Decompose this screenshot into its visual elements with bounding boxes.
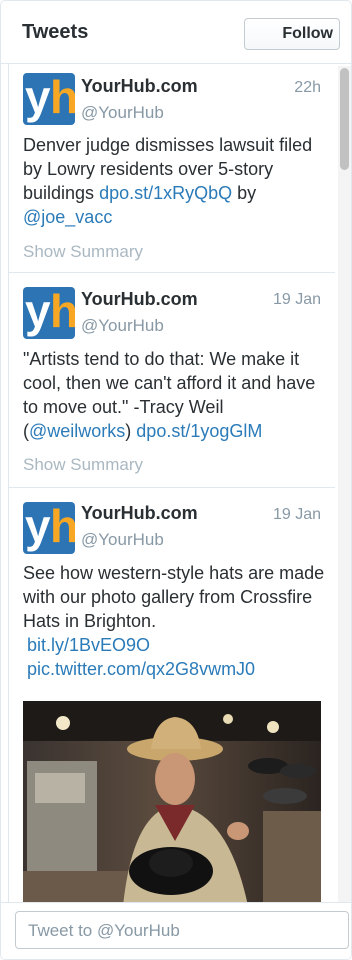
tweet-item[interactable]: y h YourHub.com @YourHub 19 Jan "Artists… — [8, 273, 335, 488]
show-summary-link[interactable]: Show Summary — [23, 242, 143, 262]
twitter-timeline-widget: Tweets Follow y h YourHub.com @YourHub 2… — [0, 0, 352, 960]
tweet-link[interactable]: bit.ly/1BvEO9O — [27, 635, 150, 655]
tweet-text: "Artists tend to do that: We make it coo… — [23, 347, 333, 443]
avatar-letter-y: y — [25, 73, 51, 123]
avatar-letter-h: h — [50, 74, 75, 120]
user-mention-link[interactable]: @weilworks — [29, 421, 125, 441]
tweet-timestamp[interactable]: 22h — [294, 79, 321, 97]
scrollbar[interactable] — [338, 66, 351, 902]
follow-button[interactable]: Follow — [244, 18, 340, 50]
tweet-text-segment: by — [232, 183, 257, 203]
tweet-text: Denver judge dismisses lawsuit filed by … — [23, 133, 333, 229]
scrollbar-thumb[interactable] — [340, 68, 349, 170]
tweet-list: y h YourHub.com @YourHub 22h Denver judg… — [1, 64, 351, 902]
tweet-item[interactable]: y h YourHub.com @YourHub 22h Denver judg… — [8, 64, 335, 273]
tweet-text-segment: ) — [125, 421, 137, 441]
tweet-to-input[interactable]: Tweet to @YourHub — [15, 911, 349, 949]
author-display-name[interactable]: YourHub.com — [81, 289, 198, 310]
timeline-header: Tweets Follow — [1, 1, 351, 64]
tweet-photo[interactable] — [23, 701, 321, 902]
avatar[interactable]: y h — [23, 73, 75, 125]
avatar-letter-h: h — [50, 288, 75, 334]
timeline-footer: Tweet to @YourHub — [1, 902, 351, 959]
avatar-letter-h: h — [50, 503, 75, 549]
author-display-name[interactable]: YourHub.com — [81, 76, 198, 97]
user-mention-link[interactable]: @joe_vacc — [23, 207, 112, 227]
tweet-link[interactable]: dpo.st/1xRyQbQ — [99, 183, 232, 203]
author-screen-name[interactable]: @YourHub — [81, 316, 164, 336]
author-display-name[interactable]: YourHub.com — [81, 503, 198, 524]
avatar-letter-y: y — [25, 502, 51, 552]
hat-maker-photo — [23, 701, 321, 902]
tweet-text-segment: See how western-style hats are made with… — [23, 563, 325, 631]
tweet-timestamp[interactable]: 19 Jan — [273, 291, 321, 309]
tweet-text: See how western-style hats are made with… — [23, 561, 333, 681]
avatar[interactable]: y h — [23, 287, 75, 339]
tweet-item[interactable]: y h YourHub.com @YourHub 19 Jan See how … — [8, 488, 335, 902]
media-link[interactable]: pic.twitter.com/qx2G8vwmJ0 — [27, 659, 255, 679]
tweet-timestamp[interactable]: 19 Jan — [273, 506, 321, 524]
tweet-link[interactable]: dpo.st/1yogGlM — [136, 421, 262, 441]
avatar[interactable]: y h — [23, 502, 75, 554]
show-summary-link[interactable]: Show Summary — [23, 455, 143, 475]
author-screen-name[interactable]: @YourHub — [81, 103, 164, 123]
timeline-title: Tweets — [22, 21, 89, 43]
author-screen-name[interactable]: @YourHub — [81, 530, 164, 550]
avatar-letter-y: y — [25, 287, 51, 337]
